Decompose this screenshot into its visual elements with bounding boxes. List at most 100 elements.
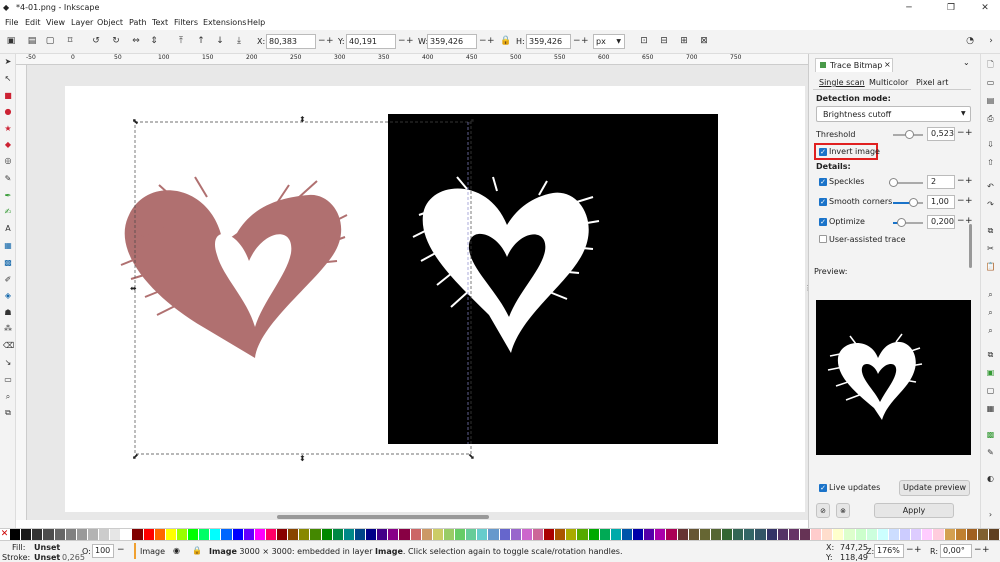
color-swatch[interactable] xyxy=(755,529,767,540)
zoom-field[interactable]: 176% xyxy=(874,544,904,558)
smooth-corners-label[interactable]: Smooth corners xyxy=(829,197,892,206)
menu-path[interactable]: Path xyxy=(129,18,147,27)
current-layer[interactable]: Image xyxy=(140,547,165,556)
text-tool-icon[interactable]: A xyxy=(3,224,13,234)
raise-to-top-icon[interactable]: ⤒ xyxy=(175,35,187,47)
color-swatch[interactable] xyxy=(277,529,289,540)
smooth-corners-slider[interactable] xyxy=(893,202,923,204)
w-decrement-button[interactable]: − xyxy=(479,34,487,49)
zoom-page-icon[interactable]: ⌕ xyxy=(985,326,996,336)
opacity-decrement-button[interactable]: − xyxy=(117,545,125,555)
move-gradients-icon[interactable]: ⊞ xyxy=(678,35,690,47)
color-swatch[interactable] xyxy=(110,529,122,540)
deselect-icon[interactable]: ▢ xyxy=(44,35,56,47)
color-swatch[interactable] xyxy=(143,529,155,540)
scrollbar-thumb[interactable] xyxy=(277,515,489,519)
color-swatch[interactable] xyxy=(722,529,734,540)
color-swatch[interactable] xyxy=(900,529,912,540)
horizontal-scrollbar[interactable] xyxy=(27,514,808,520)
raise-icon[interactable]: ↑ xyxy=(195,35,207,47)
dropper-tool-icon[interactable]: ✐ xyxy=(3,275,13,285)
spray-tool-icon[interactable]: ⁂ xyxy=(3,324,13,334)
menu-help[interactable]: Help xyxy=(247,18,265,27)
color-swatch[interactable] xyxy=(955,529,967,540)
color-swatch[interactable] xyxy=(210,529,222,540)
smooth-corners-checkbox[interactable]: ✓ xyxy=(819,198,827,206)
color-swatch[interactable] xyxy=(332,529,344,540)
optimize-checkbox[interactable]: ✓ xyxy=(819,218,827,226)
subtab-single-scan[interactable]: Single scan xyxy=(819,78,865,87)
close-button[interactable]: ✕ xyxy=(970,0,1000,16)
menu-object[interactable]: Object xyxy=(97,18,123,27)
minimize-button[interactable]: ─ xyxy=(894,0,924,16)
optimize-slider-knob[interactable] xyxy=(897,218,906,227)
color-palette[interactable]: ✕ xyxy=(0,528,1000,540)
color-swatch[interactable] xyxy=(822,529,834,540)
color-swatch[interactable] xyxy=(99,529,111,540)
tab-trace-bitmap[interactable]: Trace Bitmap × xyxy=(815,58,893,72)
color-swatch[interactable] xyxy=(766,529,778,540)
color-swatch[interactable] xyxy=(610,529,622,540)
color-swatch[interactable] xyxy=(555,529,567,540)
color-swatch[interactable] xyxy=(87,529,99,540)
color-swatch[interactable] xyxy=(232,529,244,540)
lock-icon[interactable]: 🔒 xyxy=(500,35,512,47)
star-tool-icon[interactable]: ★ xyxy=(3,124,13,134)
pink-heart-image[interactable] xyxy=(120,176,348,358)
x-decrement-button[interactable]: − xyxy=(318,34,326,49)
node-tool-icon[interactable]: ↖ xyxy=(3,74,13,84)
open-icon[interactable]: ▭ xyxy=(985,78,996,88)
color-swatch[interactable] xyxy=(466,529,478,540)
speckles-label[interactable]: Speckles xyxy=(829,177,864,186)
smooth-corners-field[interactable]: 1,00 xyxy=(927,195,955,209)
rotate-increment-button[interactable]: + xyxy=(982,545,990,555)
paste-icon[interactable]: 📋 xyxy=(985,262,996,272)
lower-icon[interactable]: ↓ xyxy=(214,35,226,47)
color-swatch[interactable] xyxy=(566,529,578,540)
speckles-checkbox[interactable]: ✓ xyxy=(819,178,827,186)
detection-mode-select[interactable]: Brightness cutoff ▼ xyxy=(816,106,971,122)
move-patterns-icon[interactable]: ⊠ xyxy=(698,35,710,47)
zoom-decrement-button[interactable]: − xyxy=(906,545,914,555)
color-swatch[interactable] xyxy=(621,529,633,540)
color-swatch[interactable] xyxy=(399,529,411,540)
height-field[interactable]: 359,426 xyxy=(526,34,571,49)
color-swatch[interactable] xyxy=(499,529,511,540)
color-swatch[interactable] xyxy=(644,529,656,540)
panel-menu-chevron-icon[interactable]: ⌄ xyxy=(963,58,970,67)
redo-icon[interactable]: ↷ xyxy=(985,200,996,210)
color-swatch[interactable] xyxy=(866,529,878,540)
maximize-button[interactable]: ❐ xyxy=(936,0,966,16)
w-increment-button[interactable]: + xyxy=(487,34,495,49)
zoom-tool-icon[interactable]: ⌕ xyxy=(3,392,13,402)
duplicate-icon[interactable]: ⧉ xyxy=(985,350,996,360)
abort-button[interactable]: ⊘ xyxy=(816,503,830,518)
ungroup-icon[interactable]: ✎ xyxy=(985,448,996,458)
cut-icon[interactable]: ✂ xyxy=(985,244,996,254)
threshold-increment-button[interactable]: + xyxy=(965,128,973,138)
menu-layer[interactable]: Layer xyxy=(71,18,93,27)
optimize-field[interactable]: 0,200 xyxy=(927,215,955,229)
tweak-tool-icon[interactable]: ☗ xyxy=(3,308,13,318)
color-swatch[interactable] xyxy=(43,529,55,540)
traced-black-image[interactable] xyxy=(388,114,718,444)
x-field[interactable]: 80,383 xyxy=(266,34,316,49)
color-swatch[interactable] xyxy=(265,529,277,540)
pencil-tool-icon[interactable]: ✎ xyxy=(3,174,13,184)
page-tool-icon[interactable]: ▭ xyxy=(3,375,13,385)
color-swatch[interactable] xyxy=(544,529,556,540)
color-swatch[interactable] xyxy=(966,529,978,540)
speckles-increment-button[interactable]: + xyxy=(965,176,973,186)
ellipse-tool-icon[interactable]: ● xyxy=(3,107,13,117)
panel-scrollbar[interactable] xyxy=(969,224,972,268)
apply-button[interactable]: Apply xyxy=(874,503,954,518)
more-commands-icon[interactable]: › xyxy=(985,510,996,520)
snap-menu-icon[interactable]: › xyxy=(985,35,997,47)
rotate-field[interactable]: 0,00° xyxy=(940,544,972,558)
color-swatch[interactable] xyxy=(354,529,366,540)
fill-stroke-icon[interactable]: ◐ xyxy=(985,474,996,484)
y-field[interactable]: 40,191 xyxy=(346,34,396,49)
selector-tool-icon[interactable]: ➤ xyxy=(3,57,13,67)
stroke-value[interactable]: Unset xyxy=(34,553,60,562)
color-swatch[interactable] xyxy=(21,529,33,540)
